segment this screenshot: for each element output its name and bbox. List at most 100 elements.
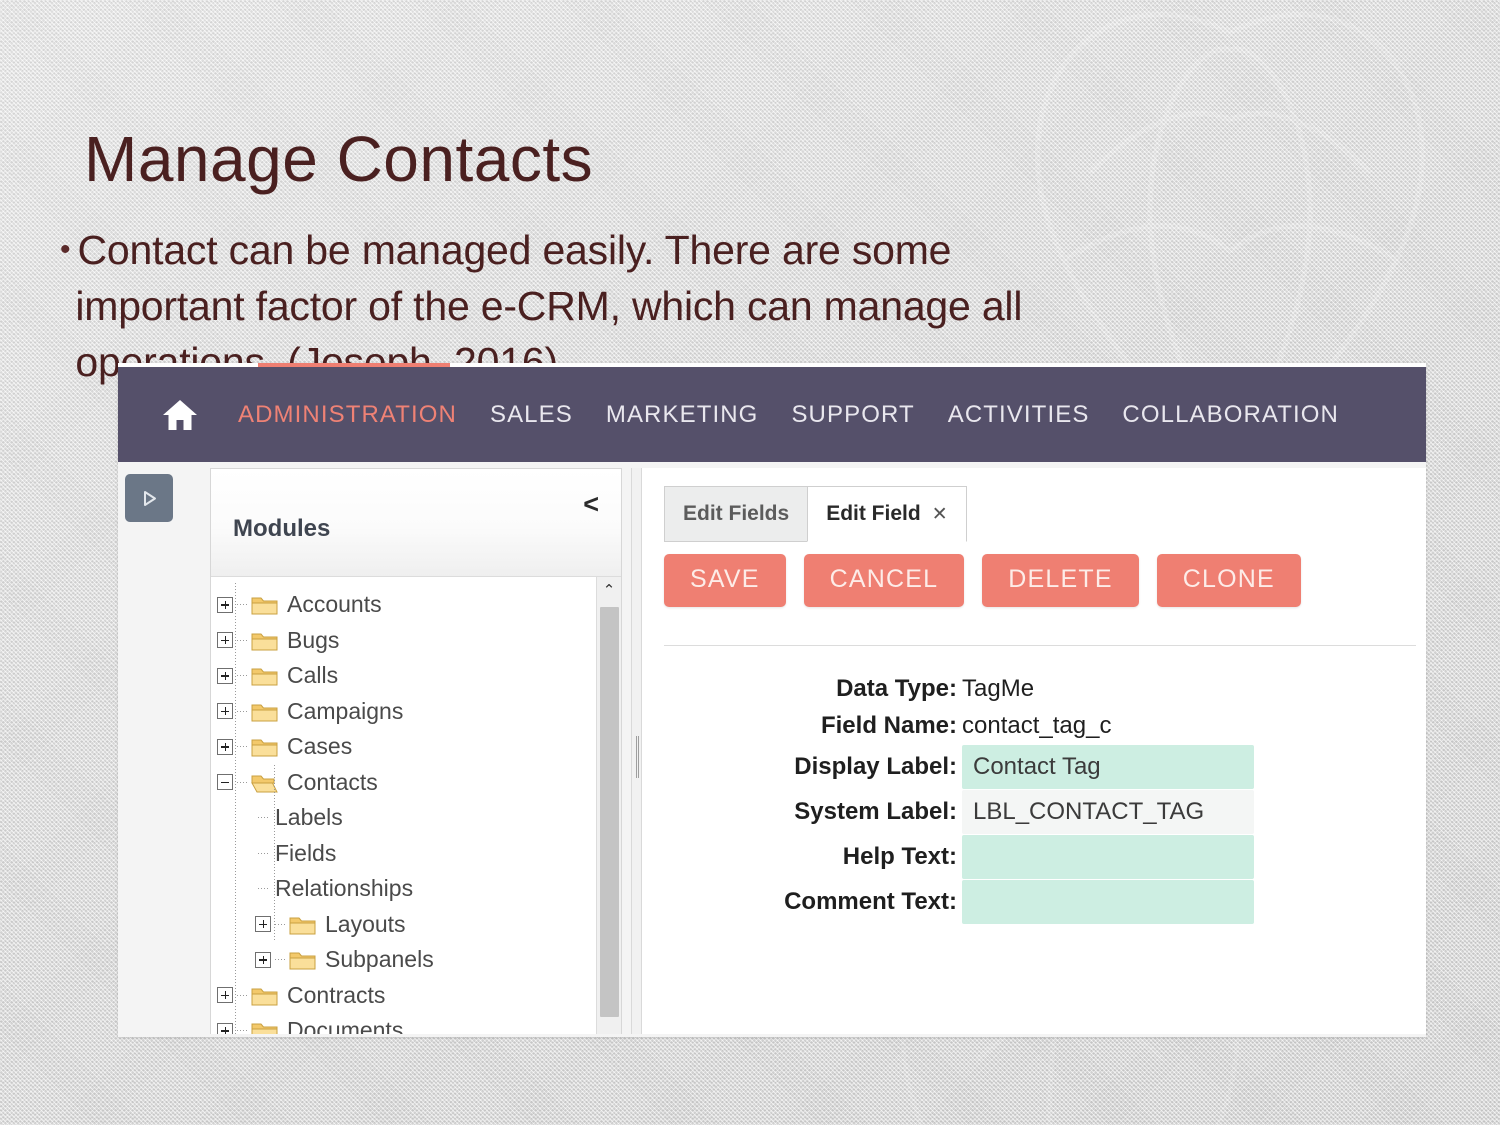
tree-item-documents[interactable]: Documents bbox=[211, 1013, 621, 1034]
tree-item-contracts[interactable]: Contracts bbox=[211, 978, 621, 1014]
tree-item-label: Campaigns bbox=[287, 697, 404, 724]
form-row-system-label: System Label: bbox=[642, 789, 1426, 834]
tree-connector bbox=[255, 881, 271, 897]
tree-item-label: Relationships bbox=[275, 875, 414, 902]
tab-edit-fields[interactable]: Edit Fields bbox=[664, 486, 809, 542]
tree-item-labels[interactable]: Labels bbox=[211, 800, 621, 836]
nav-item-sales[interactable]: SALES bbox=[490, 401, 573, 429]
expand-plus-icon[interactable] bbox=[217, 667, 233, 684]
modules-panel-header: Modules < bbox=[211, 469, 621, 577]
bullet-indent-spacer bbox=[60, 278, 68, 334]
cancel-button[interactable]: CANCEL bbox=[803, 554, 965, 607]
tree-item-contacts[interactable]: Contacts bbox=[211, 764, 621, 941]
tab-label: Edit Field bbox=[826, 502, 921, 525]
tree-connector bbox=[237, 675, 247, 677]
folder-closed-icon bbox=[251, 739, 278, 757]
comment-text-input[interactable] bbox=[962, 879, 1254, 924]
collapse-minus-icon[interactable] bbox=[217, 774, 233, 791]
tree-connector bbox=[255, 845, 271, 861]
bullet-line-text: important factor of the e-CRM, which can… bbox=[75, 283, 1023, 329]
tree-item-campaigns[interactable]: Campaigns bbox=[211, 694, 621, 730]
tree-connector bbox=[237, 710, 247, 712]
tree-item-label: Subpanels bbox=[325, 946, 434, 973]
tree-item-label: Documents bbox=[287, 1017, 404, 1034]
scrollbar-thumb[interactable] bbox=[600, 607, 619, 1017]
folder-closed-icon bbox=[289, 952, 316, 970]
tree-item-bugs[interactable]: Bugs bbox=[211, 623, 621, 659]
field-name-label: Field Name: bbox=[820, 711, 957, 739]
help-text-input[interactable] bbox=[962, 834, 1254, 879]
splitter-grip[interactable] bbox=[636, 736, 639, 778]
nav-item-collaboration[interactable]: COLLABORATION bbox=[1122, 401, 1339, 429]
tree-connector bbox=[237, 604, 247, 606]
tree-item-label: Contracts bbox=[287, 981, 386, 1008]
home-icon[interactable] bbox=[162, 398, 198, 432]
data-type-label: Data Type: bbox=[836, 674, 957, 702]
embedded-crm-screenshot: ADMINISTRATION SALES MARKETING SUPPORT A… bbox=[118, 363, 1426, 1037]
page-title: Manage Contacts bbox=[84, 123, 594, 195]
close-icon[interactable]: ✕ bbox=[932, 503, 948, 526]
expand-plus-icon[interactable] bbox=[217, 1022, 233, 1034]
tree-item-calls[interactable]: Calls bbox=[211, 658, 621, 694]
tree-scrollbar[interactable]: ⌃ bbox=[596, 577, 621, 1034]
tree-item-label: Bugs bbox=[287, 626, 340, 653]
tree-item-label: Accounts bbox=[287, 591, 382, 618]
tree-item-layouts[interactable]: Layouts bbox=[211, 907, 621, 943]
modules-tree: Accounts Bugs Calls Campaigns Cases Cont… bbox=[211, 577, 621, 1034]
expand-plus-icon[interactable] bbox=[217, 987, 233, 1004]
tree-item-label: Cases bbox=[287, 733, 353, 760]
save-button[interactable]: SAVE bbox=[664, 554, 786, 607]
sidebar-expand-toggle[interactable] bbox=[125, 474, 173, 522]
tree-item-relationships[interactable]: Relationships bbox=[211, 871, 621, 907]
folder-closed-icon bbox=[251, 633, 278, 651]
tree-item-accounts[interactable]: Accounts bbox=[211, 587, 621, 623]
tab-edit-field[interactable]: Edit Field ✕ bbox=[807, 486, 967, 542]
form-row-data-type: Data Type: TagMe bbox=[642, 670, 1426, 707]
folder-closed-icon bbox=[251, 668, 278, 686]
crm-top-navigation: ADMINISTRATION SALES MARKETING SUPPORT A… bbox=[118, 367, 1426, 462]
tree-item-subpanels[interactable]: Subpanels bbox=[211, 942, 621, 978]
bullet-line-text: Contact can be managed easily. There are… bbox=[77, 227, 952, 273]
tab-strip: Edit Fields Edit Field ✕ bbox=[642, 486, 967, 542]
display-label-input[interactable] bbox=[962, 744, 1254, 789]
expand-plus-icon[interactable] bbox=[255, 951, 271, 968]
expand-plus-icon[interactable] bbox=[255, 916, 271, 933]
tree-connector bbox=[237, 781, 247, 783]
tree-item-label: Labels bbox=[275, 804, 343, 831]
tree-connector bbox=[275, 959, 285, 961]
nav-item-activities[interactable]: ACTIVITIES bbox=[948, 401, 1090, 429]
nav-item-administration[interactable]: ADMINISTRATION bbox=[238, 401, 457, 429]
expand-plus-icon[interactable] bbox=[217, 703, 233, 720]
chevron-left-icon[interactable]: < bbox=[583, 491, 599, 518]
form-row-field-name: Field Name: contact_tag_c bbox=[642, 707, 1426, 744]
tree-connector bbox=[237, 994, 247, 996]
presentation-slide: Manage Contacts • Contact can be managed… bbox=[0, 0, 1500, 1125]
tab-label: Edit Fields bbox=[683, 502, 790, 525]
nav-item-marketing[interactable]: MARKETING bbox=[606, 401, 759, 429]
expand-plus-icon[interactable] bbox=[217, 632, 233, 649]
folder-closed-icon bbox=[251, 988, 278, 1006]
tree-item-label: Layouts bbox=[325, 910, 406, 937]
help-text-label: Help Text: bbox=[842, 842, 957, 870]
tree-item-fields[interactable]: Fields bbox=[211, 836, 621, 872]
expand-plus-icon[interactable] bbox=[217, 738, 233, 755]
tree-item-cases[interactable]: Cases bbox=[211, 729, 621, 765]
tree-item-label: Calls bbox=[287, 662, 339, 689]
bullet-line: • Contact can be managed easily. There a… bbox=[60, 222, 1400, 278]
system-label-input[interactable] bbox=[962, 789, 1254, 834]
delete-button[interactable]: DELETE bbox=[982, 554, 1139, 607]
tree-connector bbox=[237, 639, 247, 641]
form-row-display-label: Display Label: bbox=[642, 744, 1426, 789]
form-row-comment-text: Comment Text: bbox=[642, 879, 1426, 924]
nav-item-support[interactable]: SUPPORT bbox=[791, 401, 914, 429]
scroll-up-arrow-icon[interactable]: ⌃ bbox=[597, 577, 621, 603]
expand-plus-icon[interactable] bbox=[217, 596, 233, 613]
clone-button[interactable]: CLONE bbox=[1156, 554, 1301, 607]
folder-closed-icon bbox=[289, 917, 316, 935]
field-name-value: contact_tag_c bbox=[962, 711, 1112, 739]
comment-text-label: Comment Text: bbox=[784, 887, 957, 915]
panel-splitter[interactable] bbox=[631, 468, 642, 1034]
data-type-value: TagMe bbox=[962, 674, 1035, 702]
tree-item-label: Contacts bbox=[287, 768, 378, 795]
folder-closed-icon bbox=[251, 597, 278, 615]
